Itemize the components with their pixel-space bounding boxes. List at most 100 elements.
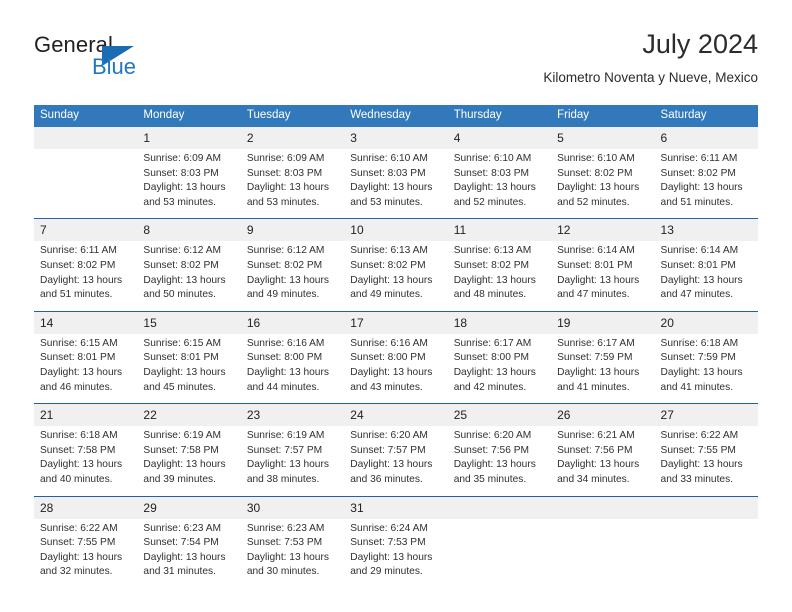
weekday-header-sunday: Sunday bbox=[34, 105, 138, 127]
calendar-day-cell[interactable]: 29 Sunrise: 6:23 AM Sunset: 7:54 PM Dayligh… bbox=[137, 495, 241, 588]
sunset-time: Sunset: 8:02 PM bbox=[453, 259, 530, 271]
page-title: July 2024 bbox=[642, 29, 758, 59]
day-details: Sunrise: 6:13 AM Sunset: 8:02 PM Daylight:… bbox=[448, 241, 551, 310]
calendar-day-cell[interactable]: 12 Sunrise: 6:14 AM Sunset: 8:01 PM Dayligh… bbox=[551, 218, 655, 312]
day-details: Sunrise: 6:10 AM Sunset: 8:03 PM Daylight:… bbox=[448, 149, 551, 218]
day-details: Sunrise: 6:22 AM Sunset: 7:55 PM Daylight:… bbox=[655, 426, 758, 495]
calendar-day-cell[interactable]: 9 Sunrise: 6:12 AM Sunset: 8:02 PM Daylight… bbox=[240, 218, 345, 312]
calendar-day-cell[interactable]: 24 Sunrise: 6:20 AM Sunset: 7:57 PM Dayligh… bbox=[344, 403, 448, 496]
calendar-day-cell[interactable]: 15 Sunrise: 6:15 AM Sunset: 8:01 PM Dayligh… bbox=[137, 310, 241, 404]
day-details: Sunrise: 6:21 AM Sunset: 7:56 PM Daylight:… bbox=[551, 426, 654, 495]
sunset-time: Sunset: 7:58 PM bbox=[40, 444, 116, 456]
sunset-time: Sunset: 7:54 PM bbox=[143, 537, 219, 549]
day-details: Sunrise: 6:12 AM Sunset: 8:02 PM Daylight:… bbox=[241, 241, 344, 310]
calendar-day-cell[interactable]: 18 Sunrise: 6:17 AM Sunset: 8:00 PM Dayligh… bbox=[447, 310, 552, 404]
sunset-time: Sunset: 7:58 PM bbox=[143, 444, 219, 456]
sunrise-time: Sunrise: 6:10 AM bbox=[557, 153, 635, 164]
day-number bbox=[654, 496, 758, 519]
sunset-time: Sunset: 8:02 PM bbox=[246, 259, 323, 271]
day-number: 22 bbox=[137, 404, 241, 427]
daylight-duration-line1: Daylight: 13 hours bbox=[40, 366, 123, 378]
logo-text-blue: Blue bbox=[92, 54, 137, 79]
weekday-header-thursday: Thursday bbox=[447, 105, 552, 127]
calendar-day-cell[interactable]: 22 Sunrise: 6:19 AM Sunset: 7:58 PM Dayligh… bbox=[137, 403, 241, 496]
calendar-day-cell[interactable]: 2 Sunrise: 6:09 AM Sunset: 8:03 PM Daylight… bbox=[240, 127, 345, 219]
calendar-day-cell[interactable]: 28 Sunrise: 6:22 AM Sunset: 7:55 PM Dayligh… bbox=[34, 495, 138, 588]
calendar-day-cell[interactable]: 20 Sunrise: 6:18 AM Sunset: 7:59 PM Dayligh… bbox=[654, 310, 758, 404]
daylight-duration-line2: and 36 minutes. bbox=[350, 473, 423, 485]
calendar-day-cell[interactable]: 6 Sunrise: 6:11 AM Sunset: 8:02 PM Daylight… bbox=[654, 127, 758, 219]
calendar-day-cell[interactable]: 25 Sunrise: 6:20 AM Sunset: 7:56 PM Dayligh… bbox=[447, 403, 552, 496]
daylight-duration-line2: and 41 minutes. bbox=[660, 381, 734, 393]
calendar-day-cell[interactable]: 16 Sunrise: 6:16 AM Sunset: 8:00 PM Dayligh… bbox=[240, 310, 345, 404]
daylight-duration-line1: Daylight: 13 hours bbox=[143, 182, 226, 194]
day-number: 24 bbox=[344, 404, 448, 427]
sunrise-time: Sunrise: 6:13 AM bbox=[453, 245, 532, 257]
day-number: 20 bbox=[654, 311, 758, 334]
calendar-day-cell[interactable]: 5 Sunrise: 6:10 AM Sunset: 8:02 PM Daylight… bbox=[551, 127, 655, 219]
calendar-day-cell[interactable]: 3 Sunrise: 6:10 AM Sunset: 8:03 PM Daylight… bbox=[344, 127, 448, 219]
calendar-day-cell[interactable]: 1 Sunrise: 6:09 AM Sunset: 8:03 PM Daylight… bbox=[137, 127, 241, 219]
day-number: 8 bbox=[137, 219, 241, 242]
calendar-day-cell[interactable]: 11 Sunrise: 6:13 AM Sunset: 8:02 PM Dayligh… bbox=[447, 218, 552, 312]
sunrise-time: Sunrise: 6:22 AM bbox=[40, 522, 118, 534]
calendar-day-cell[interactable]: 14 Sunrise: 6:15 AM Sunset: 8:01 PM Dayligh… bbox=[34, 310, 138, 404]
calendar-page: General Blue July 2024 Kilometro Noventa… bbox=[0, 0, 792, 612]
sunrise-time: Sunrise: 6:19 AM bbox=[143, 430, 222, 442]
calendar-day-cell[interactable]: 21 Sunrise: 6:18 AM Sunset: 7:58 PM Dayligh… bbox=[34, 403, 138, 496]
sunrise-time: Sunrise: 6:18 AM bbox=[40, 430, 118, 442]
sunrise-time: Sunrise: 6:13 AM bbox=[350, 245, 428, 257]
daylight-duration-line2: and 30 minutes. bbox=[246, 566, 320, 578]
day-number: 4 bbox=[447, 127, 552, 149]
calendar-day-cell[interactable]: 8 Sunrise: 6:12 AM Sunset: 8:02 PM Daylight… bbox=[137, 218, 241, 312]
daylight-duration-line2: and 41 minutes. bbox=[557, 381, 630, 393]
daylight-duration-line2: and 35 minutes. bbox=[453, 473, 527, 485]
calendar-day-cell[interactable]: 17 Sunrise: 6:16 AM Sunset: 8:00 PM Dayligh… bbox=[344, 310, 448, 404]
sunset-time: Sunset: 7:59 PM bbox=[557, 352, 633, 364]
daylight-duration-line2: and 49 minutes. bbox=[350, 289, 423, 301]
calendar-day-cell[interactable]: 31 Sunrise: 6:24 AM Sunset: 7:53 PM Dayligh… bbox=[344, 495, 448, 588]
general-blue-logo[interactable]: General Blue bbox=[34, 32, 254, 92]
sunrise-time: Sunrise: 6:12 AM bbox=[143, 245, 222, 257]
day-details bbox=[34, 149, 137, 207]
day-number: 10 bbox=[344, 219, 448, 242]
calendar-day-cell[interactable]: 23 Sunrise: 6:19 AM Sunset: 7:57 PM Dayligh… bbox=[240, 403, 345, 496]
daylight-duration-line2: and 31 minutes. bbox=[143, 566, 216, 578]
day-number: 2 bbox=[240, 127, 345, 149]
daylight-duration-line2: and 44 minutes. bbox=[246, 381, 320, 393]
day-details: Sunrise: 6:10 AM Sunset: 8:02 PM Daylight:… bbox=[551, 149, 654, 218]
calendar-day-cell[interactable]: 19 Sunrise: 6:17 AM Sunset: 7:59 PM Dayligh… bbox=[551, 310, 655, 404]
day-details: Sunrise: 6:19 AM Sunset: 7:57 PM Daylight:… bbox=[241, 426, 344, 495]
calendar-day-cell[interactable]: 7 Sunrise: 6:11 AM Sunset: 8:02 PM Daylight… bbox=[34, 218, 138, 312]
calendar-empty-cell bbox=[551, 495, 655, 588]
daylight-duration-line2: and 47 minutes. bbox=[660, 289, 734, 301]
day-details: Sunrise: 6:23 AM Sunset: 7:54 PM Daylight:… bbox=[137, 519, 240, 588]
day-number: 23 bbox=[240, 404, 345, 427]
sunset-time: Sunset: 8:01 PM bbox=[660, 259, 736, 271]
day-number: 21 bbox=[34, 404, 138, 427]
sunrise-time: Sunrise: 6:17 AM bbox=[453, 337, 532, 349]
sunrise-time: Sunrise: 6:20 AM bbox=[453, 430, 532, 442]
sunrise-time: Sunrise: 6:15 AM bbox=[143, 337, 222, 349]
daylight-duration-line2: and 49 minutes. bbox=[246, 289, 320, 301]
calendar-day-cell[interactable]: 4 Sunrise: 6:10 AM Sunset: 8:03 PM Daylight… bbox=[447, 127, 552, 219]
day-number: 5 bbox=[551, 127, 655, 149]
sunrise-time: Sunrise: 6:16 AM bbox=[246, 337, 325, 349]
day-number: 7 bbox=[34, 219, 138, 242]
daylight-duration-line1: Daylight: 13 hours bbox=[246, 182, 329, 194]
sunset-time: Sunset: 7:59 PM bbox=[660, 352, 736, 364]
calendar-day-cell[interactable]: 27 Sunrise: 6:22 AM Sunset: 7:55 PM Dayligh… bbox=[654, 403, 758, 496]
calendar-day-cell[interactable]: 30 Sunrise: 6:23 AM Sunset: 7:53 PM Dayligh… bbox=[240, 495, 345, 588]
calendar-day-cell[interactable]: 26 Sunrise: 6:21 AM Sunset: 7:56 PM Dayligh… bbox=[551, 403, 655, 496]
sunset-time: Sunset: 7:57 PM bbox=[350, 444, 426, 456]
title-block: July 2024 Kilometro Noventa y Nueve, Mex… bbox=[543, 28, 758, 86]
day-details: Sunrise: 6:15 AM Sunset: 8:01 PM Daylight:… bbox=[34, 334, 137, 403]
day-details bbox=[655, 519, 758, 577]
calendar-day-cell[interactable]: 10 Sunrise: 6:13 AM Sunset: 8:02 PM Dayligh… bbox=[344, 218, 448, 312]
daylight-duration-line1: Daylight: 13 hours bbox=[350, 366, 433, 378]
calendar-day-cell[interactable]: 13 Sunrise: 6:14 AM Sunset: 8:01 PM Dayligh… bbox=[654, 218, 758, 312]
day-details: Sunrise: 6:13 AM Sunset: 8:02 PM Daylight:… bbox=[344, 241, 447, 310]
sunset-time: Sunset: 8:00 PM bbox=[350, 352, 426, 364]
day-number: 15 bbox=[137, 311, 241, 334]
day-details: Sunrise: 6:09 AM Sunset: 8:03 PM Daylight:… bbox=[137, 149, 240, 218]
